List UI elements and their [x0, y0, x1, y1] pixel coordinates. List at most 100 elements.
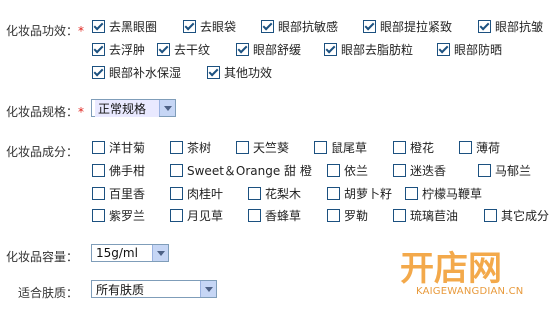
- spec-select[interactable]: 正常规格: [91, 99, 176, 117]
- checkbox-ingredient-3[interactable]: 鼠尾草: [314, 139, 367, 155]
- checkbox-box[interactable]: [92, 19, 105, 33]
- checkbox-effect-11[interactable]: 其他功效: [207, 64, 272, 80]
- checkbox-ingredient-2[interactable]: 天竺葵: [236, 139, 289, 155]
- checkbox-box[interactable]: [157, 42, 170, 56]
- checkbox-box[interactable]: [92, 208, 105, 222]
- checkbox-box[interactable]: [327, 186, 340, 200]
- checkbox-box[interactable]: [393, 163, 406, 177]
- checkbox-effect-5[interactable]: 去浮肿: [92, 41, 145, 57]
- checkbox-effect-7[interactable]: 眼部舒缓: [236, 41, 301, 57]
- spec-select-value: 正常规格: [95, 99, 159, 117]
- checkbox-box[interactable]: [484, 208, 497, 222]
- checkbox-box[interactable]: [459, 140, 472, 154]
- checkbox-ingredient-9[interactable]: 迷迭香: [393, 162, 446, 178]
- checkbox-box[interactable]: [92, 65, 105, 79]
- checkbox-box[interactable]: [478, 163, 491, 177]
- checkbox-box[interactable]: [393, 208, 406, 222]
- checkbox-effect-3[interactable]: 眼部提拉紧致: [363, 18, 452, 34]
- checkbox-label: 去浮肿: [109, 42, 146, 57]
- chevron-down-icon[interactable]: [200, 281, 216, 297]
- checkbox-ingredient-12[interactable]: 肉桂叶: [170, 185, 223, 201]
- checkbox-box[interactable]: [478, 19, 491, 33]
- checkbox-ingredient-13[interactable]: 花梨木: [248, 185, 301, 201]
- chevron-down-icon[interactable]: [159, 100, 175, 116]
- checkbox-box[interactable]: [261, 19, 274, 33]
- watermark-logo: 开店网: [360, 238, 551, 311]
- skin-select-value: 所有肤质: [96, 282, 145, 297]
- checkbox-effect-6[interactable]: 去干纹: [157, 41, 210, 57]
- checkbox-ingredient-18[interactable]: 香蜂草: [248, 207, 301, 223]
- checkbox-effect-10[interactable]: 眼部补水保湿: [92, 64, 181, 80]
- checkbox-ingredient-4[interactable]: 橙花: [393, 139, 434, 155]
- checkbox-box[interactable]: [92, 42, 105, 56]
- ingredients-label-text: 化妆品成分：: [6, 145, 79, 159]
- checkbox-box[interactable]: [170, 163, 183, 177]
- checkbox-ingredient-14[interactable]: 胡萝卜籽: [327, 185, 392, 201]
- checkbox-label: 其它成分: [501, 208, 550, 223]
- checkbox-box[interactable]: [327, 163, 340, 177]
- checkbox-label: 百里香: [109, 186, 146, 201]
- checkbox-label: 迷迭香: [410, 163, 447, 178]
- checkbox-label: 肉桂叶: [187, 186, 224, 201]
- checkbox-label: 眼部补水保湿: [109, 65, 182, 80]
- checkbox-box[interactable]: [363, 19, 376, 33]
- checkbox-ingredient-8[interactable]: 依兰: [327, 162, 368, 178]
- checkbox-label: 薄荷: [476, 140, 501, 155]
- skin-label-text: 适合肤质：: [18, 286, 79, 300]
- checkbox-box[interactable]: [314, 140, 327, 154]
- checkbox-label: Sweet＆Orange 甜 橙: [187, 163, 312, 178]
- skin-select[interactable]: 所有肤质: [91, 280, 217, 298]
- checkbox-ingredient-20[interactable]: 琉璃苣油: [393, 207, 458, 223]
- checkbox-effect-2[interactable]: 眼部抗敏感: [261, 18, 338, 34]
- checkbox-box[interactable]: [170, 208, 183, 222]
- checkbox-ingredient-19[interactable]: 罗勒: [327, 207, 368, 223]
- checkbox-label: 茶树: [187, 140, 212, 155]
- checkbox-effect-1[interactable]: 去眼袋: [183, 18, 236, 34]
- checkbox-label: 依兰: [344, 163, 369, 178]
- checkbox-box[interactable]: [207, 65, 220, 79]
- checkbox-label: 其他功效: [224, 65, 273, 80]
- checkbox-box[interactable]: [405, 186, 418, 200]
- checkbox-box[interactable]: [170, 140, 183, 154]
- checkbox-ingredient-16[interactable]: 紫罗兰: [92, 207, 145, 223]
- checkbox-ingredient-17[interactable]: 月见草: [170, 207, 223, 223]
- capacity-select[interactable]: 15g/ml: [91, 244, 169, 262]
- checkbox-box[interactable]: [393, 140, 406, 154]
- checkbox-box[interactable]: [248, 186, 261, 200]
- checkbox-ingredient-21[interactable]: 其它成分: [484, 207, 549, 223]
- checkbox-box[interactable]: [170, 186, 183, 200]
- ingredients-label: 化妆品成分：: [6, 143, 78, 160]
- checkbox-box[interactable]: [92, 186, 105, 200]
- checkbox-ingredient-6[interactable]: 佛手柑: [92, 162, 145, 178]
- checkbox-ingredient-10[interactable]: 马郁兰: [478, 162, 531, 178]
- checkbox-label: 天竺葵: [253, 140, 290, 155]
- checkbox-box[interactable]: [327, 208, 340, 222]
- checkbox-ingredient-11[interactable]: 百里香: [92, 185, 145, 201]
- checkbox-effect-0[interactable]: 去黑眼圈: [92, 18, 157, 34]
- watermark-domain: KAIGEWANGDIAN.CN: [416, 286, 524, 297]
- checkbox-ingredient-1[interactable]: 茶树: [170, 139, 211, 155]
- checkbox-box[interactable]: [236, 42, 249, 56]
- required-mark: *: [78, 105, 85, 119]
- skin-label: 适合肤质：: [18, 284, 78, 301]
- checkbox-label: 琉璃苣油: [410, 208, 459, 223]
- checkbox-box[interactable]: [248, 208, 261, 222]
- checkbox-effect-4[interactable]: 眼部抗皱: [478, 18, 543, 34]
- checkbox-label: 洋甘菊: [109, 140, 146, 155]
- checkbox-label: 眼部防晒: [454, 42, 503, 57]
- chevron-down-icon[interactable]: [152, 245, 168, 261]
- checkbox-label: 橙花: [410, 140, 435, 155]
- checkbox-ingredient-0[interactable]: 洋甘菊: [92, 139, 145, 155]
- checkbox-box[interactable]: [92, 140, 105, 154]
- checkbox-box[interactable]: [183, 19, 196, 33]
- checkbox-box[interactable]: [92, 163, 105, 177]
- checkbox-ingredient-7[interactable]: Sweet＆Orange 甜 橙: [170, 162, 312, 178]
- checkbox-box[interactable]: [437, 42, 450, 56]
- checkbox-ingredient-15[interactable]: 柠檬马鞭草: [405, 185, 482, 201]
- checkbox-box[interactable]: [236, 140, 249, 154]
- checkbox-box[interactable]: [324, 42, 337, 56]
- checkbox-effect-8[interactable]: 眼部去脂肪粒: [324, 41, 413, 57]
- checkbox-label: 月见草: [187, 208, 224, 223]
- checkbox-ingredient-5[interactable]: 薄荷: [459, 139, 500, 155]
- checkbox-effect-9[interactable]: 眼部防晒: [437, 41, 502, 57]
